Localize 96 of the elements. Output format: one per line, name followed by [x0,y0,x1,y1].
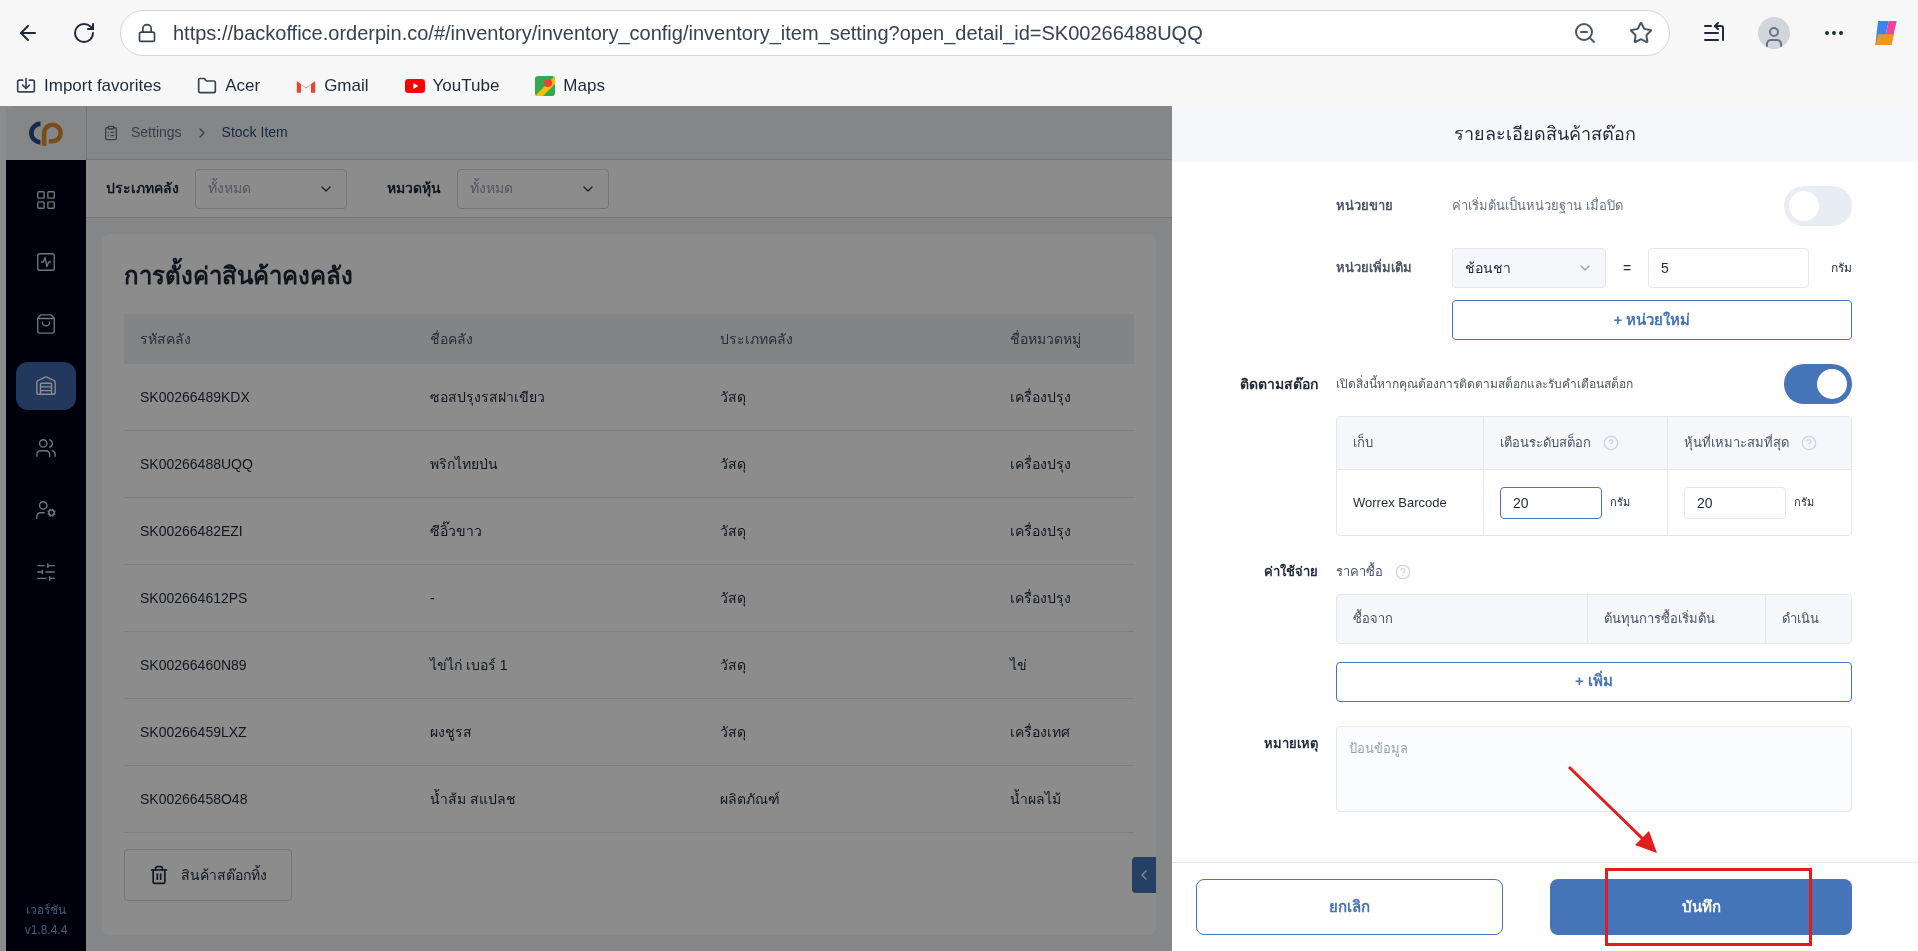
table-cell-text: เครื่องปรุง [1010,387,1072,408]
activity-icon [35,251,57,273]
sliders-icon [35,561,57,583]
column-header: ประเภทคลัง [720,329,794,349]
clipboard-icon [103,124,119,141]
column-header: ดำเนิน [1782,609,1819,628]
lock-icon [137,23,157,43]
amount-field[interactable]: 5 [1648,248,1809,288]
unit-text: กรัม [1831,260,1852,277]
note-field[interactable]: ป้อนข้อมูล [1336,725,1852,812]
bookmark-link[interactable]: Acer [197,73,261,99]
column-header: ต้นทุนการซื้อเริ่มต้น [1604,608,1715,629]
version-label: เวอร์ชัน [26,902,66,919]
quantity-field[interactable]: 20 [1500,486,1602,519]
save-button[interactable]: บันทึก [1550,879,1852,935]
table-cell-text: วัสดุ [720,655,747,676]
table-cell-text: วัสดุ [720,722,747,743]
bag-icon [35,313,57,335]
equals-sign: = [1621,258,1633,278]
table-cell-text: วัสดุ [720,387,747,408]
column-header: ซื้อจาก [1353,608,1393,628]
field-label: ราคาซื้อ [1336,562,1383,581]
hint-text: ค่าเริ่มต้นเป็นหน่วยฐาน เมื่อปิด [1452,196,1624,216]
unit-text: กรัม [1610,495,1630,511]
table-cell-text: SK00266482EZI [140,521,244,541]
users-icon [35,437,57,459]
version-number: v1.8.4.4 [24,922,68,939]
sidebar-item[interactable] [16,362,76,410]
unit-dropdown[interactable]: ช้อนชา [1452,248,1606,288]
mail-icon [296,78,317,94]
filter-label: ประเภทคลัง [106,179,179,198]
table-cell-text: วัสดุ [720,454,747,475]
bookmark-link[interactable]: Gmail [296,73,369,99]
add-purchase-button[interactable]: + เพิ่ม [1336,661,1852,702]
page-title: การตั้งค่าสินค้าคงคลัง [124,258,1134,294]
url-text: https://backoffice.orderpin.co/#/inventory/inventory_config/inventory_item_setting?open_detail_id=SK00266488UQQ [173,21,1204,47]
favorite-star-icon[interactable] [1629,21,1653,45]
cancel-button[interactable]: ยกเลิก [1196,879,1503,935]
bookmark-link[interactable]: YouTube [404,73,500,99]
bookmark-link[interactable]: Maps [535,73,605,99]
field-label: หน่วยขาย [1336,197,1394,216]
breadcrumb-current: Stock Item [221,123,288,142]
table-cell-text: SK00266489KDX [140,387,251,407]
hint-text: เปิดสิ่งนี้หากคุณต้องการติดตามสต็อกและรับคำเตือนสต็อก [1336,375,1634,393]
refresh-icon[interactable] [72,21,96,45]
table-cell-text: เครื่องปรุง [1010,588,1072,609]
profile-avatar[interactable] [1758,17,1790,49]
section-label: ติดตามสต๊อก [1239,374,1318,394]
table-cell-text: ผลิตภัณฑ์ [720,789,781,809]
grid-icon [35,189,57,211]
bookmark-link[interactable]: Import favorites [16,73,162,99]
address-bar[interactable]: https://backoffice.orderpin.co/#/inventory/inventory_config/inventory_item_setting?open_detail_id=SK00266488UQQ [120,10,1670,56]
unit-text: กรัม [1794,495,1814,511]
table-cell-text: SK00266458O48 [140,789,249,809]
section-label: หมายเหตุ [1263,734,1318,754]
filter-label: หมวดหุ้น [387,179,441,199]
table-cell-text: SK002664612PS [140,588,249,608]
column-header: หุ้นที่เหมาะสมที่สุด [1684,433,1789,453]
table-cell-text: SK00266488UQQ [140,454,254,474]
table-cell-text: น้ำส้ม สแปลช [430,788,517,809]
folder-icon [197,76,218,96]
zoom-out-icon[interactable] [1573,21,1597,45]
table-cell-text: เครื่องเทศ [1010,722,1071,742]
table-cell-text: ซอสปรุงรสฝาเขียว [430,387,546,408]
table-cell-text: วัสดุ [720,588,747,609]
table-cell-text: เครื่องปรุง [1010,521,1072,542]
quantity-field[interactable]: 20 [1684,486,1786,519]
table-cell-text: SK00266460N89 [140,655,248,675]
column-header: เตือนระดับสต็อก [1500,433,1591,453]
table-cell-text: น้ำผลไม้ [1010,788,1062,809]
table-cell-text: ไข่ไก่ เบอร์ 1 [430,655,509,675]
column-header: เก็บ [1353,433,1373,453]
toggle-switch[interactable] [1784,364,1852,404]
field-label: หน่วยเพิ่มเติม [1336,258,1413,278]
table-cell-text: วัสดุ [720,521,747,542]
table-cell-text: ไข่ [1010,655,1028,675]
table-cell-text: พริกไทยป่น [430,454,499,474]
trash-icon [149,865,169,885]
warehouse-icon [35,375,57,397]
map-pin-icon [535,76,556,96]
table-cell-text: เครื่องปรุง [1010,454,1072,475]
panel-title: รายละเอียดสินค้าสต๊อก [1454,122,1636,146]
user-settings-icon [35,499,57,521]
table-cell-text: SK00266459LXZ [140,722,248,742]
discard-button[interactable]: สินค้าสต๊อกทิ้ง [124,849,292,901]
play-icon [404,78,425,94]
table-cell-text: ผงชูรส [430,722,473,743]
import-icon [16,76,36,96]
add-unit-button[interactable]: + หน่วยใหม่ [1452,300,1852,340]
table-cell-text: ซีอิ๊วขาว [430,520,483,541]
column-header: ชื่อหมวดหมู่ [1010,329,1082,350]
column-header: รหัสคลัง [140,329,192,349]
table-cell-text: - [430,588,436,608]
table-cell-text: Worrex Barcode [1353,493,1447,512]
section-label: ค่าใช้จ่าย [1263,562,1318,581]
column-header: ชื่อคลัง [430,329,474,349]
